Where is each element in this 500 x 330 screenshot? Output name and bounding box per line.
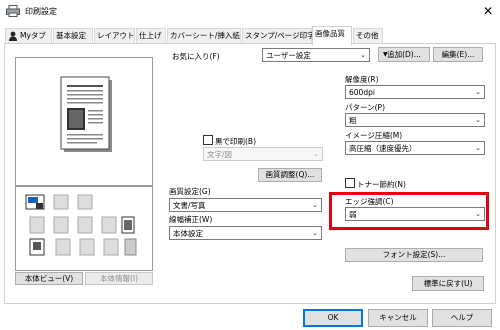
chevron-down-icon: ⌄ — [475, 210, 481, 218]
document-preview-icon — [60, 76, 112, 152]
tab-mytab[interactable]: Myタブ — [5, 28, 52, 44]
chevron-down-icon: ⌄ — [313, 150, 319, 158]
pattern-value: 粗 — [349, 116, 357, 125]
preview-box — [15, 57, 153, 186]
tab-cover-sheet[interactable]: カバーシート/挿入紙 — [167, 28, 241, 44]
dropdown-arrow-icon: ▼ — [383, 51, 388, 58]
device-option-icons — [25, 194, 137, 256]
tab-mytab-label: Myタブ — [20, 31, 46, 40]
compression-label: イメージ圧縮(M) — [345, 131, 403, 140]
compression-value: 高圧縮（速度優先） — [349, 144, 417, 153]
tab-image-quality-label: 画像品質 — [315, 29, 345, 38]
line-width-value: 本体設定 — [173, 229, 203, 238]
tab-stamp[interactable]: スタンプ/ページ印字 — [242, 28, 315, 44]
quality-label: 画質設定(G) — [169, 187, 211, 196]
ok-button[interactable]: OK — [303, 309, 363, 327]
pattern-label: パターン(P) — [345, 103, 385, 112]
tab-layout-label: レイアウト — [97, 31, 135, 40]
chevron-down-icon: ⌄ — [475, 144, 481, 152]
tab-layout[interactable]: レイアウト — [94, 28, 135, 44]
reset-defaults-button[interactable]: 標準に戻す(U) — [412, 276, 484, 291]
tab-image-quality[interactable]: 画像品質 — [312, 26, 352, 45]
printer-icon — [6, 5, 20, 17]
chevron-down-icon: ⌄ — [360, 51, 366, 59]
device-info-button[interactable]: 本体情報(I) — [85, 272, 153, 285]
tab-cover-sheet-label: カバーシート/挿入紙 — [170, 31, 240, 40]
edit-favorite-button[interactable]: 編集(E)... — [433, 47, 483, 62]
bw-print-value: 文字/図 — [207, 150, 233, 159]
toner-save-checkbox[interactable] — [345, 178, 355, 188]
chevron-down-icon: ⌄ — [475, 116, 481, 124]
add-favorite-label: 追加(D)... — [387, 50, 421, 59]
tab-other[interactable]: その他 — [353, 28, 383, 44]
quality-select[interactable]: 文書/写真 ⌄ — [169, 198, 322, 212]
cancel-button[interactable]: キャンセル — [368, 309, 428, 327]
add-favorite-button[interactable]: 追加(D)... ▼ — [378, 47, 430, 62]
image-adjust-button[interactable]: 画質調整(Q)... — [258, 168, 322, 182]
edge-value: 弱 — [349, 210, 357, 219]
line-width-select[interactable]: 本体設定 ⌄ — [169, 226, 322, 240]
tab-stamp-label: スタンプ/ページ印字 — [245, 31, 315, 40]
favorites-label: お気に入り(F) — [172, 52, 220, 61]
title-bar: 印刷設定 ✕ — [0, 0, 500, 24]
chevron-down-icon: ⌄ — [475, 88, 481, 96]
favorites-select[interactable]: ユーザー設定 ⌄ — [262, 48, 370, 62]
toner-save-label: トナー節約(N) — [357, 180, 406, 189]
close-icon[interactable]: ✕ — [478, 2, 498, 20]
tab-finishing[interactable]: 仕上げ — [136, 28, 166, 44]
edge-label: エッジ強調(C) — [345, 197, 394, 206]
person-icon — [9, 31, 17, 41]
pattern-select[interactable]: 粗 ⌄ — [345, 113, 485, 127]
chevron-down-icon: ⌄ — [312, 201, 318, 209]
chevron-down-icon: ⌄ — [312, 229, 318, 237]
bw-print-label: 黒で印刷(B) — [215, 137, 256, 146]
compression-select[interactable]: 高圧縮（速度優先） ⌄ — [345, 141, 485, 155]
bw-print-select[interactable]: 文字/図 ⌄ — [203, 147, 323, 161]
font-settings-button[interactable]: フォント設定(S)... — [345, 248, 483, 262]
favorites-value: ユーザー設定 — [266, 51, 311, 60]
device-view-button[interactable]: 本体ビュー(V) — [15, 272, 83, 285]
tab-strip: Myタブ 基本設定 レイアウト 仕上げ カバーシート/挿入紙 スタンプ/ページ印… — [0, 24, 500, 45]
resolution-label: 解像度(R) — [345, 75, 379, 84]
help-button[interactable]: ヘルプ — [432, 309, 492, 327]
window-title: 印刷設定 — [25, 7, 57, 16]
bw-print-checkbox[interactable] — [203, 135, 213, 145]
tab-finishing-label: 仕上げ — [139, 31, 162, 40]
device-icons-box — [15, 186, 153, 271]
edge-select[interactable]: 弱 ⌄ — [345, 207, 485, 221]
line-width-label: 線幅補正(W) — [169, 215, 213, 224]
tab-other-label: その他 — [356, 31, 379, 40]
resolution-value: 600dpi — [349, 88, 375, 97]
quality-value: 文書/写真 — [173, 201, 206, 210]
resolution-select[interactable]: 600dpi ⌄ — [345, 85, 485, 99]
tab-basic-label: 基本設定 — [56, 31, 86, 40]
tab-basic[interactable]: 基本設定 — [53, 28, 93, 44]
